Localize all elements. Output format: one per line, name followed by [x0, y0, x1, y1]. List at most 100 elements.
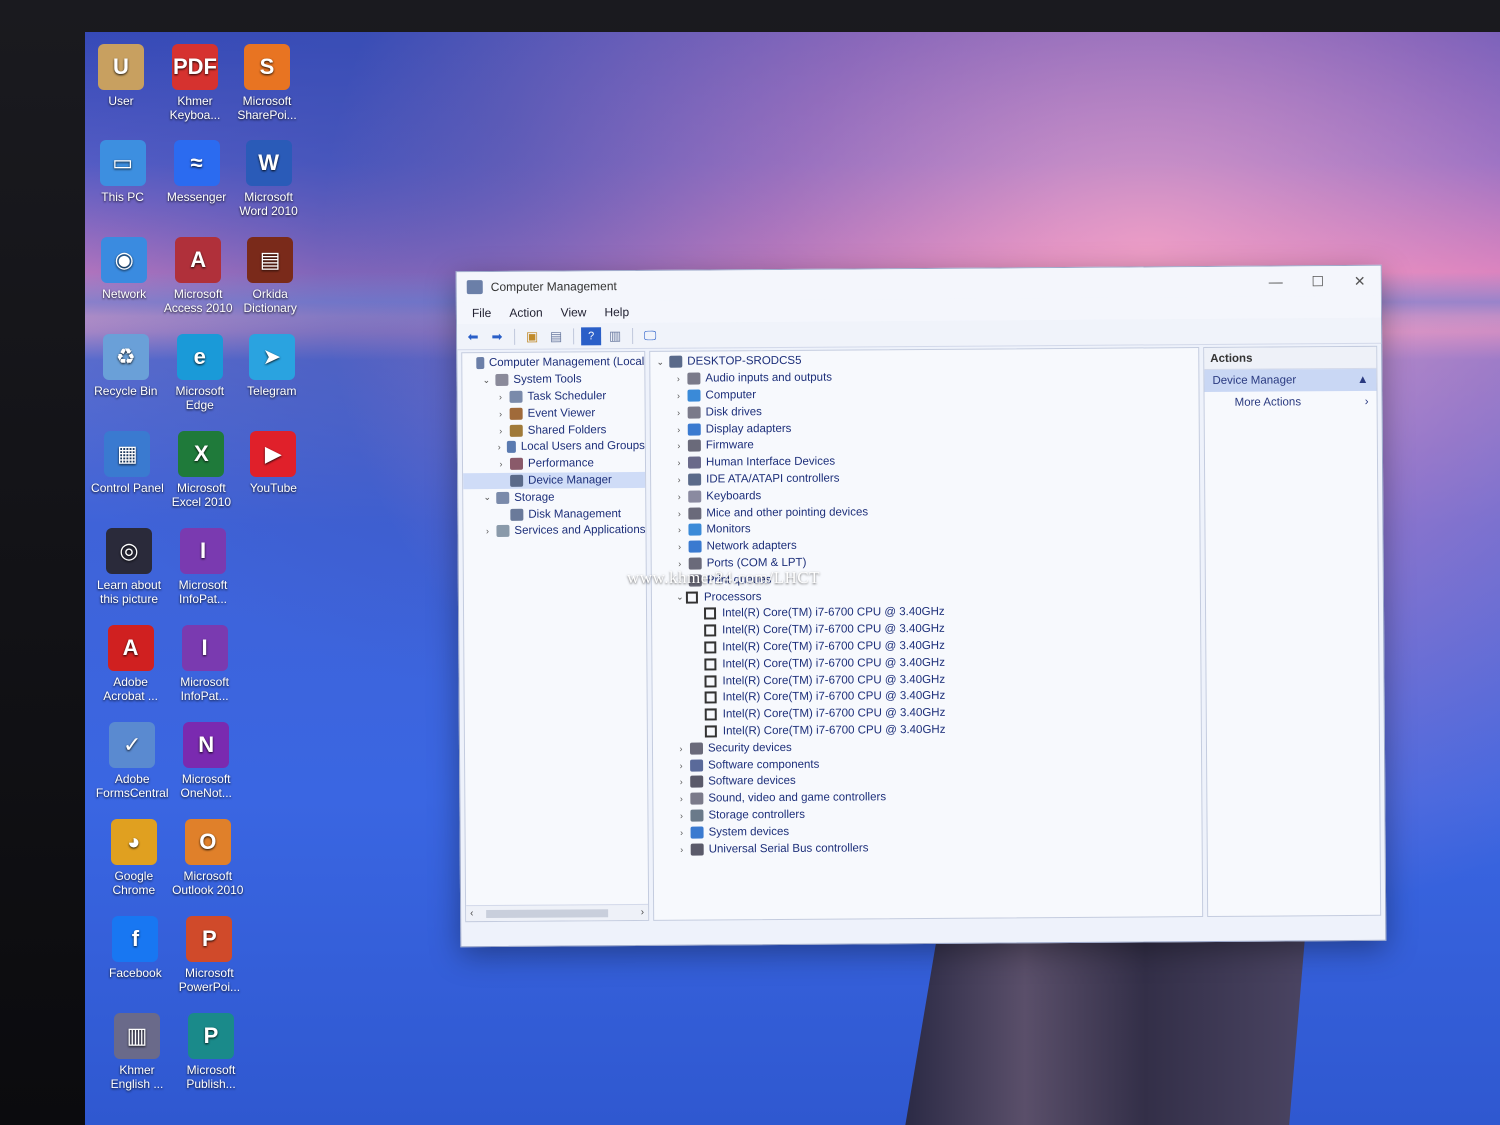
chevron-right-icon[interactable]: › [673, 407, 685, 417]
scrollbar-thumb[interactable] [486, 909, 609, 919]
tree-item[interactable]: ⌄ System Tools [462, 371, 644, 389]
menu-file[interactable]: File [465, 304, 498, 322]
desktop-icon[interactable]: ≈ Messenger [158, 140, 236, 204]
desktop-icon[interactable]: ➤ Telegram [233, 334, 311, 398]
chevron-right-icon[interactable]: › [494, 392, 506, 402]
desktop-icon[interactable]: ◉ Network [85, 237, 163, 301]
tree-item[interactable]: › Event Viewer [463, 404, 645, 422]
chevron-right-icon[interactable]: › [495, 459, 507, 469]
device-label: Monitors [706, 523, 751, 536]
device-category-icon [688, 507, 702, 520]
forward-arrow-icon[interactable]: ➡ [487, 327, 507, 345]
device-category-icon [687, 406, 701, 419]
desktop-icon[interactable]: A Microsoft Access 2010 [159, 237, 237, 315]
help-icon[interactable]: ? [581, 326, 602, 345]
collapse-up-icon[interactable]: ▲ [1357, 374, 1368, 386]
desktop-icon[interactable]: I Microsoft InfoPat... [166, 625, 244, 703]
chevron-down-icon[interactable]: ⌄ [654, 357, 666, 368]
actions-section-label: Device Manager [1212, 374, 1297, 387]
tree-item[interactable]: › Shared Folders [463, 421, 645, 439]
processor-icon [704, 725, 717, 738]
horizontal-scrollbar[interactable]: ‹ › [466, 903, 649, 922]
chevron-right-icon[interactable]: › [673, 508, 685, 518]
chevron-down-icon[interactable]: ⌄ [481, 492, 493, 503]
show-hide-tree-icon[interactable]: ▤ [546, 327, 566, 345]
menu-help[interactable]: Help [597, 303, 636, 321]
chevron-right-icon[interactable]: › [673, 475, 685, 485]
device-label: Human Interface Devices [705, 455, 836, 469]
menu-action[interactable]: Action [502, 304, 549, 322]
desktop-icon[interactable]: ▭ This PC [84, 140, 162, 204]
desktop-icon[interactable]: ▤ Orkida Dictionary [231, 237, 309, 315]
properties-icon[interactable]: ▥ [605, 327, 625, 345]
desktop-icon[interactable]: ◎ Learn about this picture [90, 528, 168, 606]
chevron-down-icon[interactable]: ⌄ [674, 592, 686, 603]
chevron-right-icon[interactable]: › [675, 760, 687, 770]
more-actions-item[interactable]: More Actions › [1205, 391, 1377, 414]
desktop-icon[interactable]: ▦ Control Panel [88, 431, 166, 495]
tree-item[interactable]: › Local Users and Groups [463, 438, 645, 456]
tree-item[interactable]: Device Manager [463, 471, 646, 490]
close-button[interactable]: ✕ [1339, 266, 1381, 296]
back-arrow-icon[interactable]: ⬅ [463, 328, 483, 346]
actions-section-device-manager[interactable]: Device Manager ▲ [1204, 368, 1377, 393]
chevron-right-icon[interactable]: › [673, 525, 685, 535]
desktop-icon[interactable]: ▶ YouTube [234, 431, 312, 495]
computer-management-window: Computer Management — ☐ ✕ File Action Vi… [455, 264, 1387, 948]
chevron-right-icon[interactable]: › [672, 374, 684, 384]
chevron-right-icon[interactable]: › [672, 391, 684, 401]
tree-item[interactable]: › Services and Applications [463, 522, 646, 540]
chevron-right-icon[interactable]: › [674, 542, 686, 552]
scroll-right-icon[interactable]: › [641, 907, 644, 918]
tree-item[interactable]: ⌄ Storage [463, 488, 645, 506]
chevron-right-icon[interactable]: › [495, 409, 507, 419]
device-label: Software components [708, 758, 820, 772]
device-category[interactable]: › Universal Serial Bus controllers [654, 837, 1202, 858]
chevron-down-icon[interactable]: ⌄ [480, 375, 492, 386]
chevron-right-icon[interactable]: › [673, 441, 685, 451]
desktop-icon[interactable]: P Microsoft Publish... [172, 1013, 250, 1091]
desktop-icon[interactable]: ♻ Recycle Bin [87, 334, 165, 398]
desktop-icon[interactable]: ✓ Adobe FormsCentral [93, 722, 171, 800]
desktop-icon[interactable]: A Adobe Acrobat ... [92, 625, 170, 703]
desktop-icon[interactable]: f Facebook [96, 916, 174, 980]
desktop-icon[interactable]: W Microsoft Word 2010 [230, 140, 308, 218]
chevron-right-icon[interactable]: › [675, 811, 687, 821]
chevron-right-icon[interactable]: › [495, 425, 507, 435]
desktop-icon[interactable]: PDF Khmer Keyboa... [156, 44, 234, 122]
tree-item[interactable]: Disk Management [463, 505, 645, 523]
device-category-icon [690, 843, 704, 856]
chevron-right-icon[interactable]: › [675, 794, 687, 804]
desktop-icon[interactable]: ◕ Google Chrome [95, 819, 173, 897]
desktop-icon[interactable]: N Microsoft OneNot... [167, 722, 245, 800]
chevron-right-icon[interactable]: › [481, 526, 493, 536]
tree-item[interactable]: › Task Scheduler [462, 388, 644, 406]
desktop-icon[interactable]: e Microsoft Edge [161, 334, 239, 412]
minimize-button[interactable]: — [1255, 266, 1297, 296]
desktop-icon[interactable]: X Microsoft Excel 2010 [162, 431, 240, 509]
desktop-icon[interactable]: I Microsoft InfoPat... [164, 528, 242, 606]
chevron-right-icon[interactable]: › [676, 844, 688, 854]
scroll-left-icon[interactable]: ‹ [470, 908, 473, 919]
maximize-button[interactable]: ☐ [1297, 266, 1339, 296]
chevron-right-icon[interactable]: › [675, 743, 687, 753]
chevron-right-icon[interactable]: › [676, 827, 688, 837]
desktop-icon[interactable]: U User [82, 44, 160, 108]
chevron-right-icon[interactable]: › [673, 491, 685, 501]
tree-item[interactable]: › Performance [463, 455, 645, 473]
device-label: Storage controllers [708, 808, 806, 822]
tree-item[interactable]: Computer Management (Local [462, 354, 644, 372]
desktop-icon[interactable]: O Microsoft Outlook 2010 [169, 819, 247, 897]
chevron-right-icon[interactable]: › [673, 458, 685, 468]
chevron-right-icon[interactable]: › [675, 777, 687, 787]
chevron-right-icon[interactable]: › [673, 424, 685, 434]
chevron-right-icon[interactable]: › [495, 442, 504, 452]
device-category-icon [688, 523, 702, 536]
desktop-icon[interactable]: P Microsoft PowerPoi... [170, 916, 248, 994]
monitor-icon[interactable]: 🖵 [640, 326, 660, 344]
up-folder-icon[interactable]: ▣ [522, 327, 542, 345]
menu-view[interactable]: View [554, 303, 594, 321]
app-icon: P [188, 1013, 234, 1059]
desktop-icon[interactable]: S Microsoft SharePoi... [228, 44, 306, 122]
desktop-icon[interactable]: ▥ Khmer English ... [98, 1013, 176, 1091]
